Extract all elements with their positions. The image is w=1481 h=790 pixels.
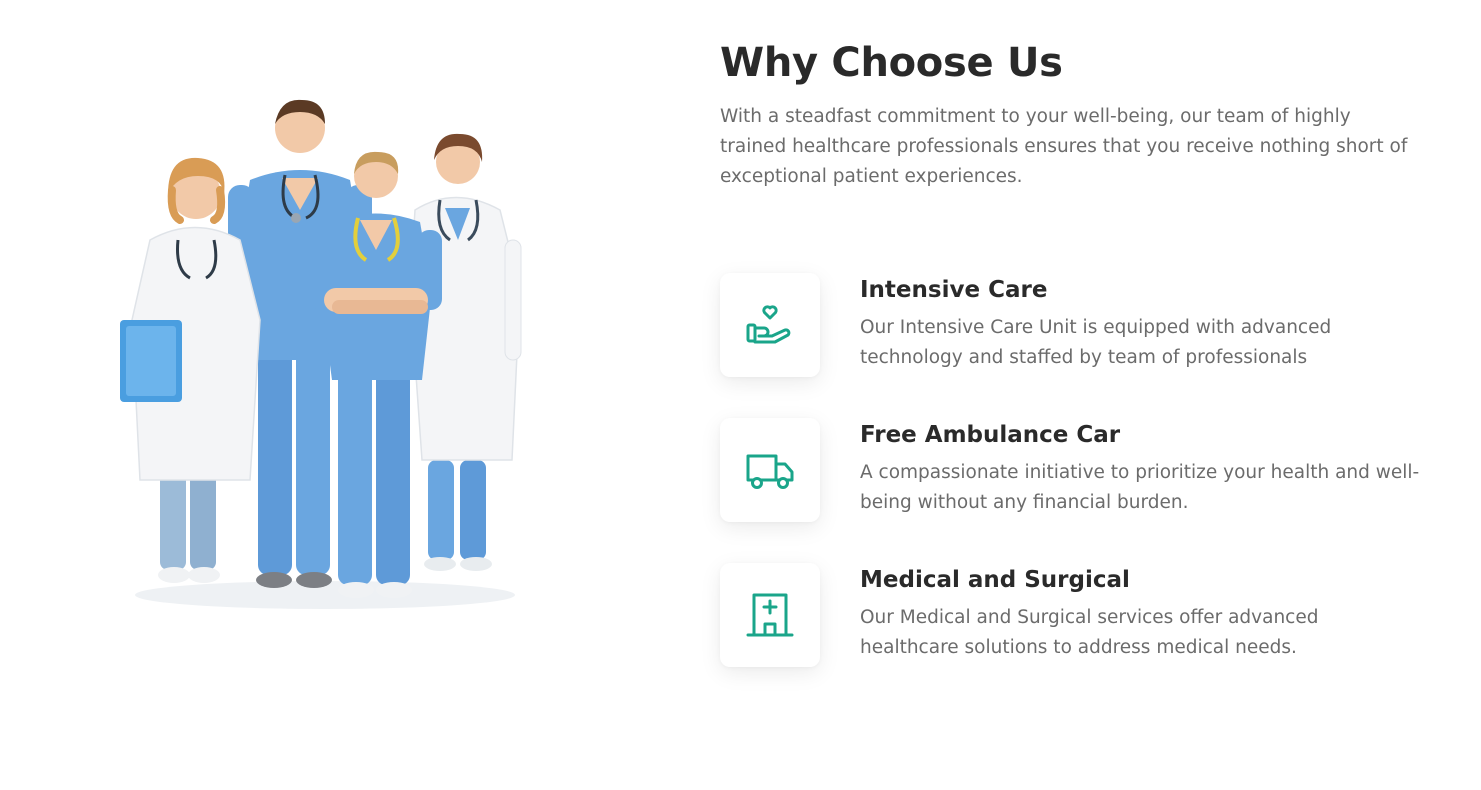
why-choose-us-section: Why Choose Us With a steadfast commitmen… <box>0 0 1481 790</box>
section-title: Why Choose Us <box>720 40 1063 86</box>
feature-text: Medical and Surgical Our Medical and Sur… <box>860 563 1420 663</box>
feature-title: Intensive Care <box>860 277 1048 303</box>
feature-intensive-care: Intensive Care Our Intensive Care Unit i… <box>720 273 1420 418</box>
ambulance-truck-icon <box>746 454 794 489</box>
heart-hand-icon <box>746 305 791 344</box>
feature-icon-box <box>720 418 820 522</box>
feature-text: Intensive Care Our Intensive Care Unit i… <box>860 273 1420 373</box>
medical-team-image <box>110 90 540 630</box>
hospital-building-icon <box>746 593 794 637</box>
feature-medical-surgical: Medical and Surgical Our Medical and Sur… <box>720 563 1420 708</box>
feature-description: Our Medical and Surgical services offer … <box>860 607 1319 658</box>
why-choose-us-content: Why Choose Us With a steadfast commitmen… <box>720 36 1420 667</box>
feature-icon-box <box>720 563 820 667</box>
feature-free-ambulance: Free Ambulance Car A compassionate initi… <box>720 418 1420 563</box>
feature-icon-box <box>720 273 820 377</box>
feature-description: Our Intensive Care Unit is equipped with… <box>860 317 1332 368</box>
feature-title: Free Ambulance Car <box>860 422 1121 448</box>
feature-title: Medical and Surgical <box>860 567 1130 593</box>
doctor-figure-right <box>409 133 522 571</box>
feature-list: Intensive Care Our Intensive Care Unit i… <box>720 273 1420 708</box>
section-intro: With a steadfast commitment to your well… <box>720 106 1408 187</box>
feature-text: Free Ambulance Car A compassionate initi… <box>860 418 1420 518</box>
feature-description: A compassionate initiative to prioritize… <box>860 462 1420 513</box>
